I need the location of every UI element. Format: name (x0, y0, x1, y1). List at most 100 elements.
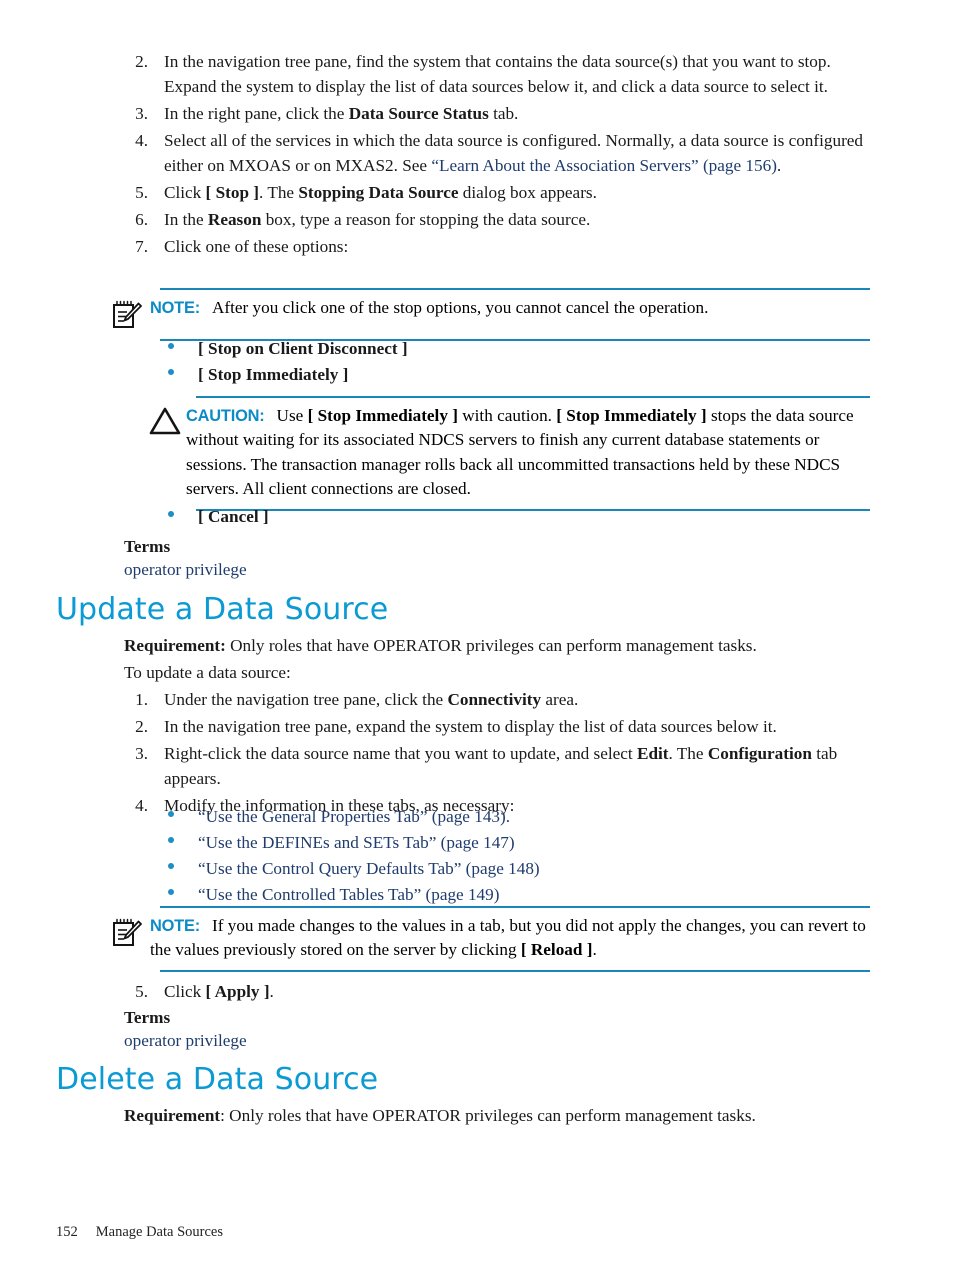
note-text-block: NOTE: If you made changes to the values i… (150, 914, 870, 963)
list-item-text: In the navigation tree pane, find the sy… (164, 52, 831, 96)
ordered-list-update: 1. Under the navigation tree pane, click … (124, 688, 872, 819)
note-text-block: NOTE: After you click one of the stop opt… (150, 296, 870, 320)
plain-text: Use (276, 406, 308, 425)
delete-requirement: Requirement: Only roles that have OPERAT… (124, 1104, 872, 1129)
plain-text: box, type a reason for stopping the data… (261, 209, 591, 229)
bold-text: [ Stop ] (205, 182, 260, 202)
plain-text: . (269, 982, 274, 1001)
plain-text: dialog box appears. (458, 182, 597, 202)
caution-triangle-icon (144, 404, 186, 436)
stop-procedure-steps: 2. In the navigation tree pane, find the … (124, 50, 872, 262)
footer-chapter-title: Manage Data Sources (95, 1224, 223, 1240)
bold-text: Stopping Data Source (298, 182, 459, 202)
bullet-list-cancel: [ Cancel ] (160, 505, 860, 530)
requirement-text: : Only roles that have OPERATOR privileg… (220, 1106, 756, 1125)
cross-reference-link[interactable]: “Learn About the Association Servers” (p… (431, 156, 777, 175)
list-item-text: Right-click the data source name that yo… (164, 744, 837, 788)
plain-text: area. (541, 690, 579, 709)
list-item-text: [ Stop Immediately ] (198, 364, 349, 384)
list-item: 3. In the right pane, click the Data Sour… (124, 102, 872, 127)
cross-reference-link[interactable]: “Use the Controlled Tables Tab” (page 14… (198, 885, 499, 904)
plain-text: . The (668, 743, 708, 763)
plain-text: In the right pane, click the (164, 103, 349, 123)
bullet-dot-icon (168, 343, 174, 350)
plain-text: Right-click the data source name that yo… (164, 743, 637, 763)
page-title-delete-a-data-source: Delete a Data Source (56, 1062, 379, 1097)
bold-text: Edit (636, 743, 669, 763)
list-item: 6. In the Reason box, type a reason for s… (124, 208, 872, 233)
bold-text: [ Apply ] (205, 982, 270, 1001)
plain-text: with caution. (457, 406, 557, 425)
list-item: [ Cancel ] (160, 505, 860, 530)
list-item: 2. In the navigation tree pane, find the … (124, 50, 872, 100)
plain-text: tab. (488, 103, 519, 123)
terms-block-update: Terms operator privilege (124, 1007, 524, 1052)
bullet-list-stop-options: [ Stop on Client Disconnect ] [ Stop Imme… (160, 337, 860, 388)
list-item: 2. In the navigation tree pane, expand th… (124, 715, 872, 740)
update-requirement: Requirement: Only roles that have OPERAT… (124, 634, 872, 659)
list-number: 2. (135, 52, 148, 71)
list-item: 5. Click [ Apply ]. (124, 980, 724, 1005)
list-item: 5. Click [ Stop ]. The Stopping Data Sour… (124, 181, 872, 206)
cancel-option-wrap: [ Cancel ] (160, 505, 860, 531)
caution-text-block: CAUTION: Use [ Stop Immediately ] with ca… (186, 404, 870, 502)
cross-reference-link[interactable]: “Use the General Properties Tab” (page 1… (198, 807, 510, 826)
requirement-text: Only roles that have OPERATOR privileges… (225, 636, 757, 655)
terms-link-operator-privilege[interactable]: operator privilege (124, 1030, 524, 1053)
terms-block-stop: Terms operator privilege (124, 536, 524, 581)
list-item: [ Stop Immediately ] (160, 363, 860, 388)
list-item-text: Click [ Apply ]. (164, 982, 274, 1001)
terms-label: Terms (124, 1008, 171, 1027)
note-body: If you made changes to the values in a t… (150, 916, 866, 959)
bullet-dot-icon (168, 837, 174, 844)
bold-text: Data Source Status (348, 103, 489, 123)
note-pencil-icon (104, 296, 150, 332)
list-number: 5. (135, 182, 148, 202)
cross-reference-link[interactable]: “Use the Control Query Defaults Tab” (pa… (198, 859, 540, 878)
update-intro: To update a data source: (124, 663, 291, 682)
cross-reference-link[interactable]: “Use the DEFINEs and SETs Tab” (page 147… (198, 833, 515, 852)
bullet-dot-icon (168, 811, 174, 818)
footer-page-number: 152 (56, 1224, 78, 1240)
list-item: [ Stop on Client Disconnect ] (160, 337, 860, 362)
list-item: 3. Right-click the data source name that … (124, 742, 872, 792)
terms-link-operator-privilege[interactable]: operator privilege (124, 559, 524, 582)
list-item: “Use the Control Query Defaults Tab” (pa… (160, 857, 860, 882)
list-item: “Use the DEFINEs and SETs Tab” (page 147… (160, 831, 860, 856)
list-item: “Use the General Properties Tab” (page 1… (160, 805, 860, 830)
plain-text: . (776, 155, 782, 175)
list-item: 4. Select all of the services in which th… (124, 129, 872, 179)
list-item-text: Click [ Stop ]. The Stopping Data Source… (164, 183, 597, 202)
requirement-label: Requirement: (124, 636, 226, 655)
admonition-bottom-rule (160, 969, 870, 972)
page-title-update-a-data-source: Update a Data Source (56, 592, 389, 627)
tab-links-wrap: “Use the General Properties Tab” (page 1… (160, 805, 860, 909)
caution-body: Use [ Stop Immediately ] with caution. [… (186, 406, 854, 498)
bold-text: Reason (207, 209, 262, 229)
caution-admonition: CAUTION: Use [ Stop Immediately ] with ca… (149, 396, 870, 511)
list-item-text: In the Reason box, type a reason for sto… (164, 210, 590, 229)
caution-label: CAUTION: (186, 407, 265, 425)
requirement-label: Requirement (124, 1106, 221, 1125)
list-item-text: [ Stop on Client Disconnect ] (198, 339, 408, 358)
plain-text: . (592, 940, 597, 960)
bullet-dot-icon (168, 369, 174, 376)
list-number: 3. (135, 103, 148, 123)
list-item-text: Click one of these options: (164, 237, 348, 256)
note-admonition-stop: NOTE: After you click one of the stop opt… (113, 288, 870, 341)
list-item-text: In the right pane, click the Data Source… (164, 104, 518, 123)
page-footer: 152 Manage Data Sources (56, 1224, 223, 1241)
plain-text: Under the navigation tree pane, click th… (164, 690, 448, 709)
plain-text: In the navigation tree pane, expand the … (164, 716, 777, 736)
list-item: 7. Click one of these options: (124, 235, 872, 260)
update-procedure-steps: 1. Under the navigation tree pane, click … (124, 688, 872, 821)
list-number: 3. (135, 743, 148, 763)
bullet-dot-icon (168, 511, 174, 518)
note-body: After you click one of the stop options,… (212, 298, 709, 317)
plain-text: If you made changes to the values in a t… (150, 916, 866, 960)
note-admonition-update: NOTE: If you made changes to the values i… (113, 906, 870, 972)
document-page: 2. In the navigation tree pane, find the … (0, 0, 954, 1271)
bullet-dot-icon (168, 863, 174, 870)
bullet-dot-icon (168, 889, 174, 895)
list-number: 4. (135, 795, 148, 815)
